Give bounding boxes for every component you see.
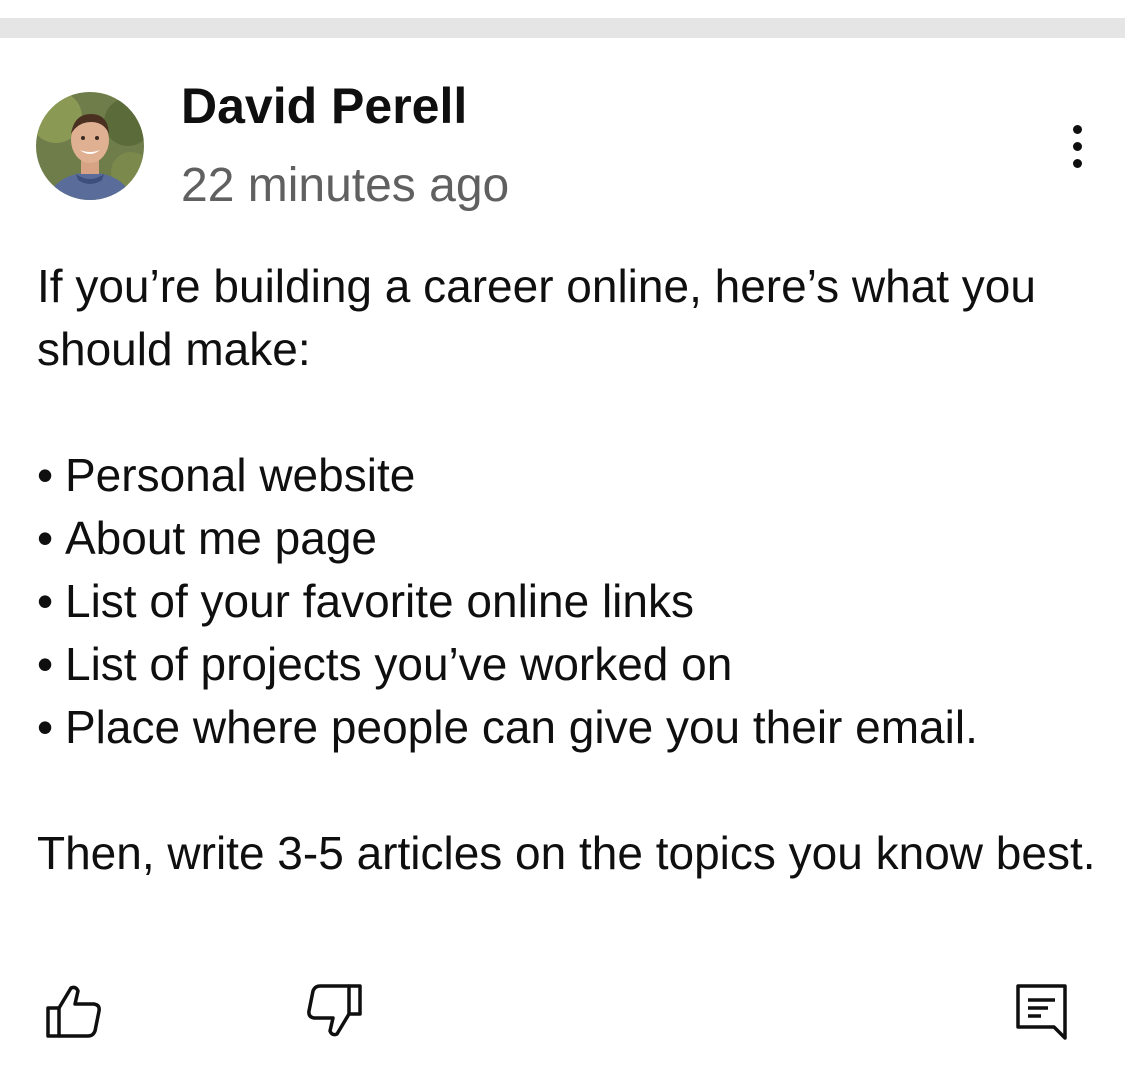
comment-button[interactable] [1008, 978, 1074, 1044]
author-avatar[interactable] [36, 92, 144, 200]
bullet-marker: • [37, 575, 54, 627]
post-closing: Then, write 3-5 articles on the topics y… [37, 827, 1096, 879]
community-post: David Perell 22 minutes ago If you’re bu… [0, 38, 1125, 1088]
post-timestamp: 22 minutes ago [181, 159, 510, 212]
thumbs-down-icon [307, 984, 362, 1037]
post-intro: If you’re building a career online, here… [37, 260, 1049, 375]
list-item-text: Place where people can give you their em… [65, 701, 978, 753]
section-divider [0, 18, 1125, 38]
list-item-text: List of your favorite online links [65, 575, 694, 627]
dislike-button[interactable] [302, 978, 368, 1044]
avatar-photo [36, 92, 144, 200]
list-item: • List of projects you’ve worked on [37, 633, 1097, 696]
bullet-marker: • [37, 449, 54, 501]
list-item: • List of your favorite online links [37, 570, 1097, 633]
bullet-list: • Personal website • About me page • List o… [37, 444, 1097, 759]
list-item-text: Personal website [65, 449, 416, 501]
more-vertical-icon-dot [1072, 158, 1082, 168]
post-body: If you’re building a career online, here… [37, 255, 1097, 885]
list-item: • Personal website [37, 444, 1097, 507]
like-button[interactable] [40, 978, 106, 1044]
list-item-text: About me page [65, 512, 378, 564]
bullet-marker: • [37, 638, 54, 690]
bullet-marker: • [37, 701, 54, 753]
post-actions [0, 968, 1125, 1058]
list-item: • About me page [37, 507, 1097, 570]
more-vertical-icon-dot [1072, 141, 1082, 151]
bullet-marker: • [37, 512, 54, 564]
list-item: • Place where people can give you their e… [37, 696, 1097, 759]
more-options-button[interactable] [1050, 116, 1104, 176]
comment-icon [1016, 984, 1067, 1040]
author-name[interactable]: David Perell [181, 76, 467, 136]
list-item-text: List of projects you’ve worked on [65, 638, 733, 690]
more-vertical-icon [1072, 124, 1082, 134]
thumbs-up-icon [46, 985, 101, 1038]
